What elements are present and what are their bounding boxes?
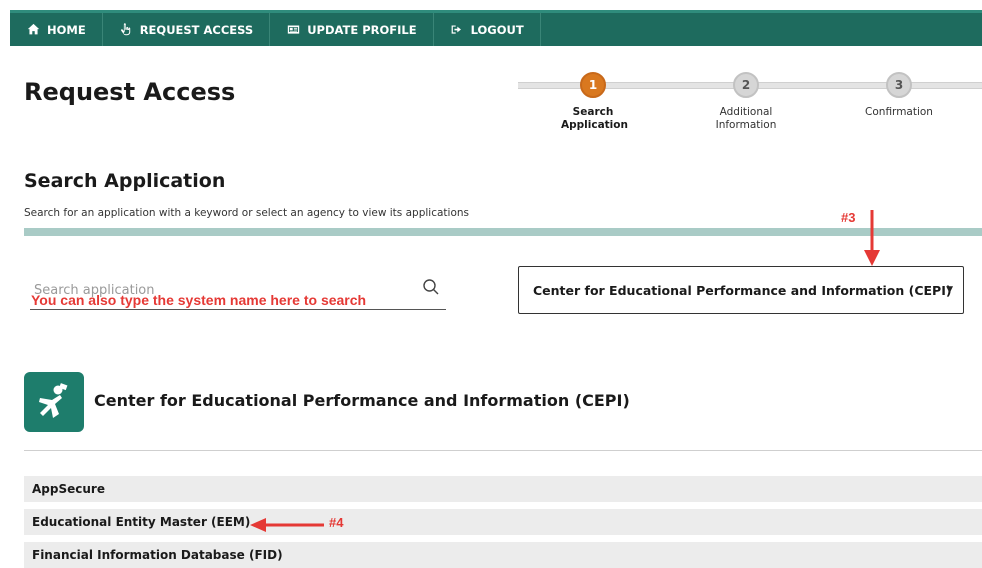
search-annotation: You can also type the system name here t… (31, 292, 367, 308)
annotation-arrow-down (864, 210, 880, 266)
section-subtitle: Search for an application with a keyword… (24, 207, 469, 219)
top-nav-area: HOME REQUEST ACCESS UPDATE PROFILE LOGOU… (0, 0, 982, 46)
step-3-number: 3 (886, 72, 912, 98)
section-title: Search Application (24, 170, 226, 192)
progress-stepper: 1 Search Application 2 Additional Inform… (518, 72, 982, 142)
step-confirmation: 3 Confirmation (839, 72, 959, 119)
step-2-number: 2 (733, 72, 759, 98)
annotation-arrow-left (250, 518, 324, 532)
step-3-label: Confirmation (865, 106, 933, 118)
home-icon (26, 23, 40, 37)
caret-down-icon: ▼ (946, 285, 953, 295)
nav-request-access[interactable]: REQUEST ACCESS (103, 13, 271, 46)
agency-name: Center for Educational Performance and I… (94, 391, 630, 410)
nav-update-profile-label: UPDATE PROFILE (307, 22, 417, 37)
step-2-label: Additional Information (715, 106, 777, 131)
list-item-fid[interactable]: Financial Information Database (FID) (24, 542, 982, 568)
nav-logout-label: LOGOUT (470, 22, 524, 37)
annotation-marker-3: #3 (841, 210, 856, 225)
nav-update-profile[interactable]: UPDATE PROFILE (270, 13, 434, 46)
search-icon[interactable] (422, 278, 440, 296)
application-list: AppSecure Educational Entity Master (EEM… (24, 476, 982, 568)
nav-request-access-label: REQUEST ACCESS (139, 22, 254, 37)
agency-logo (24, 372, 84, 432)
nav-home-label: HOME (47, 22, 86, 37)
pointer-hand-icon (119, 23, 133, 37)
page-title: Request Access (24, 78, 236, 106)
agency-select-value: Center for Educational Performance and I… (533, 282, 952, 298)
top-nav: HOME REQUEST ACCESS UPDATE PROFILE LOGOU… (10, 10, 982, 46)
step-1-label: Search Application (561, 106, 628, 131)
annotation-marker-4: #4 (329, 515, 344, 530)
list-item-eem[interactable]: Educational Entity Master (EEM) (24, 509, 982, 535)
agency-divider (24, 450, 982, 451)
section-divider (24, 228, 982, 236)
list-item-appsecure[interactable]: AppSecure (24, 476, 982, 502)
step-1-number: 1 (580, 72, 606, 98)
running-figure-icon (39, 383, 68, 418)
step-additional-information: 2 Additional Information (686, 72, 806, 132)
step-search-application: 1 Search Application (533, 72, 653, 132)
id-card-icon (286, 23, 300, 37)
nav-home[interactable]: HOME (10, 13, 103, 46)
nav-logout[interactable]: LOGOUT (434, 13, 541, 46)
agency-select[interactable]: Center for Educational Performance and I… (518, 266, 964, 314)
logout-icon (450, 23, 464, 37)
